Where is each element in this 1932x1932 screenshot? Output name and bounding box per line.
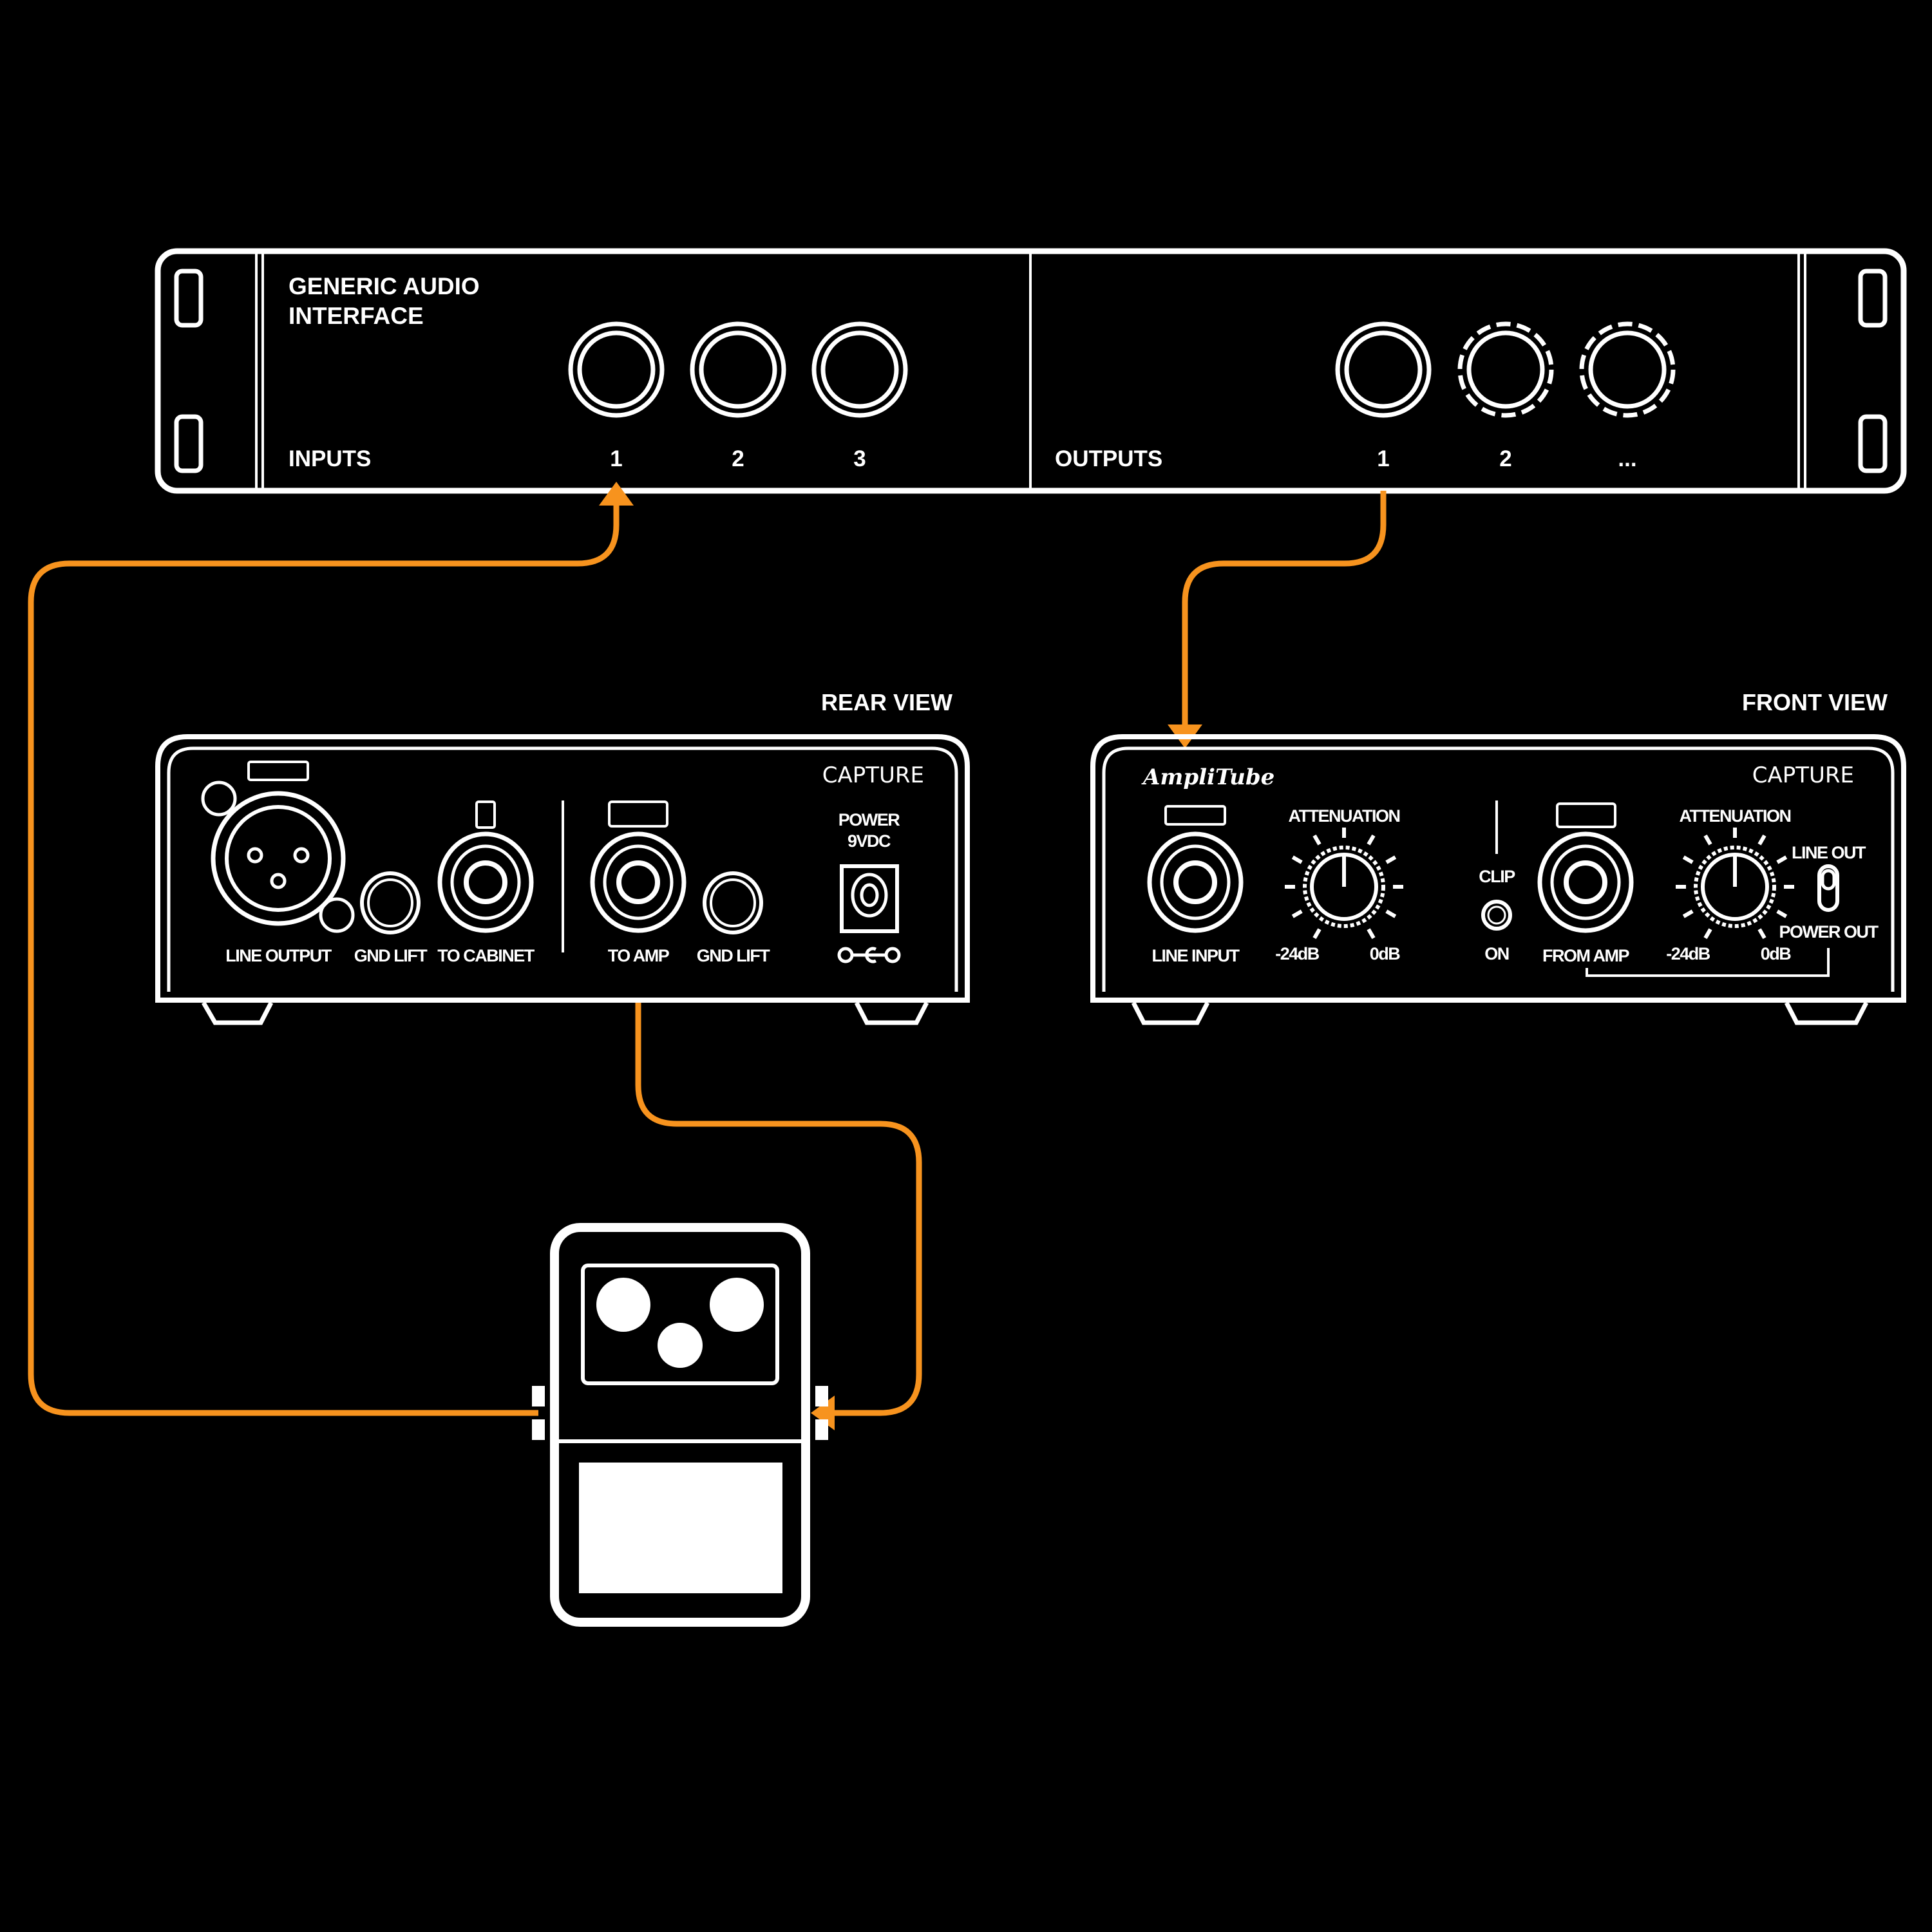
rear-view-heading: REAR VIEW — [821, 689, 952, 715]
footswitch[interactable] — [579, 1463, 782, 1593]
amplitube-logo: AmpliTube — [1141, 764, 1274, 790]
front-view-heading: FRONT VIEW — [1742, 689, 1888, 715]
to-amp-label: TO AMP — [608, 946, 670, 965]
input-number-3: 3 — [853, 446, 866, 471]
connection-diagram: GENERIC AUDIO INTERFACE INPUTS OUTPUTS 1… — [0, 0, 1932, 1932]
on-label: ON — [1484, 944, 1509, 963]
inputs-label: INPUTS — [289, 446, 371, 471]
line-out-label: LINE OUT — [1792, 843, 1866, 862]
line-input-label: LINE INPUT — [1151, 946, 1240, 965]
power-label-1: POWER — [838, 810, 900, 829]
pedal-knob[interactable] — [596, 1278, 650, 1332]
attenuation-2-min: -24dB — [1666, 944, 1710, 963]
gnd-lift-label-1: GND LIFT — [354, 946, 428, 965]
output-number-1: 1 — [1377, 446, 1389, 471]
power-label-2: 9VDC — [848, 831, 891, 851]
output-number-2: 2 — [1499, 446, 1511, 471]
gnd-lift-label-2: GND LIFT — [697, 946, 770, 965]
attenuation-1-max: 0dB — [1370, 944, 1401, 963]
output-number-more: ... — [1618, 446, 1636, 471]
pedal-input-tab — [532, 1386, 545, 1406]
pedal-input-tab — [532, 1419, 545, 1440]
to-cabinet-label: TO CABINET — [437, 946, 535, 965]
attenuation-label-1: ATTENUATION — [1289, 806, 1400, 826]
pedal-knob[interactable] — [658, 1323, 703, 1368]
rear-brand: CAPTURE — [822, 762, 924, 788]
power-out-label: POWER OUT — [1779, 922, 1879, 942]
pedal-output-tab — [815, 1386, 828, 1406]
outputs-label: OUTPUTS — [1055, 446, 1162, 471]
pedal-output-tab — [815, 1419, 828, 1440]
clip-label: CLIP — [1479, 867, 1515, 886]
from-amp-label: FROM AMP — [1542, 946, 1629, 965]
input-number-2: 2 — [732, 446, 744, 471]
interface-title-line1: GENERIC AUDIO — [289, 273, 480, 299]
interface-title-line2: INTERFACE — [289, 303, 424, 329]
input-number-1: 1 — [610, 446, 622, 471]
front-brand: CAPTURE — [1752, 762, 1854, 788]
attenuation-2-max: 0dB — [1761, 944, 1792, 963]
pedal-knob[interactable] — [710, 1278, 764, 1332]
attenuation-label-2: ATTENUATION — [1680, 806, 1791, 826]
line-output-label: LINE OUTPUT — [225, 946, 332, 965]
attenuation-1-min: -24dB — [1275, 944, 1320, 963]
